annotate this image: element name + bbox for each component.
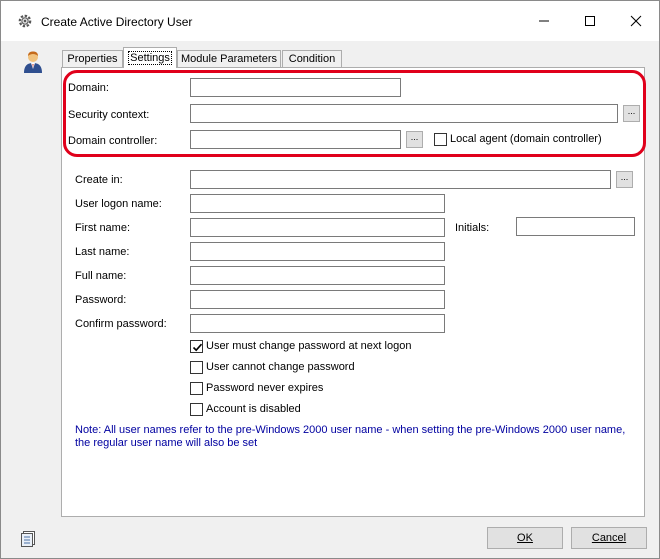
account-disabled-box[interactable] [190, 403, 203, 416]
note-line-2: the regular user name will also be set [75, 437, 258, 449]
minimize-icon [539, 20, 549, 22]
tab-condition[interactable]: Condition [282, 50, 342, 68]
domain-label: Domain: [68, 82, 109, 94]
confirm-password-field[interactable] [190, 314, 445, 333]
must-change-password-box[interactable] [190, 340, 203, 353]
domain-field[interactable] [190, 78, 401, 97]
checkmark-icon [192, 343, 203, 352]
confirm-password-label: Confirm password: [75, 318, 167, 330]
tab-settings-label: Settings [128, 51, 172, 65]
local-agent-checkbox-box[interactable] [434, 133, 447, 146]
ok-button-label: OK [517, 532, 533, 544]
last-name-label: Last name: [75, 246, 130, 258]
gear-icon [17, 13, 33, 29]
password-field[interactable] [190, 290, 445, 309]
password-never-expires-label: Password never expires [206, 382, 324, 394]
cannot-change-password-label: User cannot change password [206, 361, 355, 373]
ok-button[interactable]: OK [487, 527, 563, 549]
minimize-button[interactable] [521, 1, 567, 41]
first-name-field[interactable] [190, 218, 445, 237]
user-logon-label: User logon name: [75, 198, 162, 210]
domain-controller-field[interactable] [190, 130, 401, 149]
domain-controller-label: Domain controller: [68, 135, 158, 147]
cannot-change-password-box[interactable] [190, 361, 203, 374]
user-logon-field[interactable] [190, 194, 445, 213]
window-title: Create Active Directory User [41, 15, 193, 29]
security-context-field[interactable] [190, 104, 618, 123]
full-name-label: Full name: [75, 270, 127, 282]
password-never-expires-box[interactable] [190, 382, 203, 395]
last-name-field[interactable] [190, 242, 445, 261]
domain-controller-browse-button[interactable]: ... [406, 131, 423, 148]
security-context-label: Security context: [68, 109, 150, 121]
account-disabled-label: Account is disabled [206, 403, 301, 415]
list-icon[interactable] [19, 529, 37, 547]
tab-module-parameters[interactable]: Module Parameters [177, 50, 281, 68]
first-name-label: First name: [75, 222, 131, 234]
dialog-window: Create Active Directory User Properties … [0, 0, 660, 559]
local-agent-label: Local agent (domain controller) [450, 133, 602, 145]
create-in-label: Create in: [75, 174, 123, 186]
password-label: Password: [75, 294, 127, 306]
initials-label: Initials: [455, 222, 490, 234]
tab-settings[interactable]: Settings [123, 47, 177, 68]
maximize-button[interactable] [567, 1, 613, 41]
maximize-icon [585, 16, 595, 26]
create-in-field[interactable] [190, 170, 611, 189]
initials-field[interactable] [516, 217, 635, 236]
cancel-button[interactable]: Cancel [571, 527, 647, 549]
close-button[interactable] [613, 1, 659, 41]
user-avatar-icon [21, 49, 45, 73]
create-in-browse-button[interactable]: ... [616, 171, 633, 188]
note-line-1: Note: All user names refer to the pre-Wi… [75, 424, 626, 436]
full-name-field[interactable] [190, 266, 445, 285]
must-change-password-label: User must change password at next logon [206, 340, 412, 352]
close-icon [630, 15, 642, 27]
title-bar[interactable]: Create Active Directory User [1, 1, 659, 41]
cancel-button-label: Cancel [591, 532, 627, 544]
tab-properties[interactable]: Properties [62, 50, 123, 68]
security-context-browse-button[interactable]: ... [623, 105, 640, 122]
note-text: Note: All user names refer to the pre-Wi… [75, 424, 635, 450]
